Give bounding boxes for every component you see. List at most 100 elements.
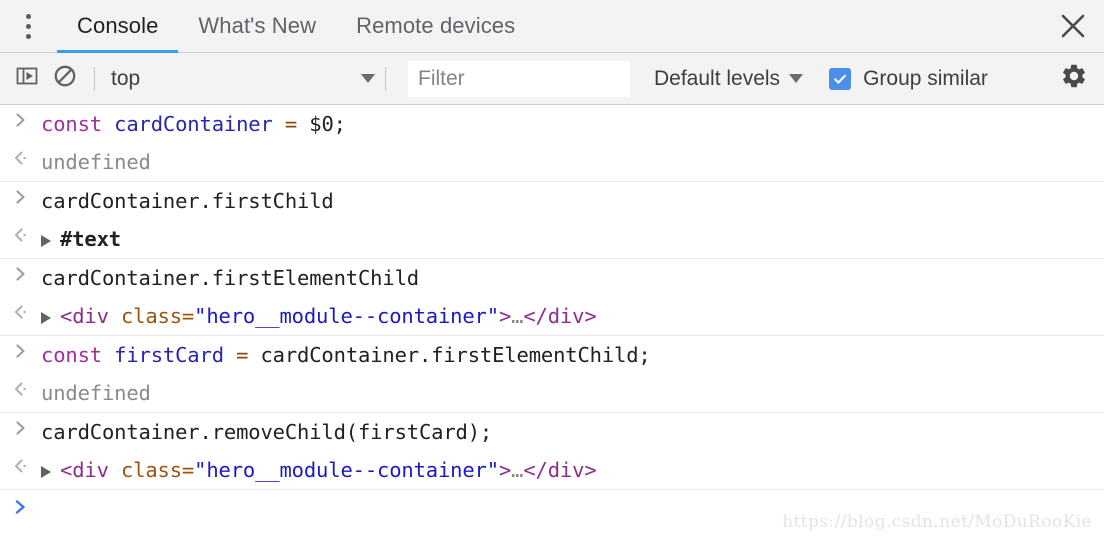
toolbar-divider-1 [94, 66, 95, 91]
console-output-text: <div class="hero__module--container">…</… [41, 301, 1104, 331]
execution-context-selector[interactable]: top [105, 67, 375, 91]
output-chevron-icon [0, 224, 41, 244]
console-sidebar-icon [14, 63, 40, 94]
group-similar-toggle[interactable]: Group similar [829, 67, 988, 91]
tab-label: What's New [198, 13, 317, 38]
console-message-list[interactable]: const cardContainer = $0; undefined cardCo… [0, 105, 1104, 540]
toggle-console-sidebar-button[interactable] [8, 60, 46, 98]
console-input-line[interactable]: const firstCard = cardContainer.firstEle… [0, 336, 1104, 374]
console-output-line[interactable]: <div class="hero__module--container">…</… [0, 297, 1104, 335]
main-menu-button[interactable] [0, 0, 57, 52]
tab-list: Console What's New Remote devices [57, 0, 535, 53]
tabstrip-spacer [535, 0, 1042, 52]
expand-triangle-icon[interactable] [41, 466, 51, 478]
code-token: = [284, 112, 298, 136]
filter-input[interactable] [408, 60, 630, 97]
clear-console-icon [52, 63, 78, 94]
code-token: </div> [523, 458, 597, 482]
output-chevron-icon [0, 378, 41, 398]
console-input-text: const cardContainer = $0; [41, 109, 1104, 139]
console-toolbar: top Default levels Group similar [0, 53, 1104, 105]
code-token: … [511, 458, 524, 482]
output-chevron-icon [0, 455, 41, 475]
input-chevron-icon [0, 340, 41, 360]
code-token: = [236, 343, 249, 367]
code-token: #text [60, 227, 121, 251]
code-token: > [498, 458, 512, 482]
console-output-line[interactable]: #text [0, 220, 1104, 258]
tab-what-s-new[interactable]: What's New [178, 0, 336, 52]
console-input-text: cardContainer.removeChild(firstCard); [41, 417, 1104, 447]
console-input-text: cardContainer.firstChild [41, 186, 1104, 216]
console-output-line[interactable]: undefined [0, 143, 1104, 181]
expand-triangle-icon[interactable] [41, 312, 51, 324]
console-input-line[interactable]: cardContainer.firstElementChild [0, 259, 1104, 297]
console-output-line[interactable]: undefined [0, 374, 1104, 412]
expand-triangle-icon[interactable] [41, 235, 51, 247]
toolbar-divider-2 [385, 66, 386, 91]
console-output-text: <div class="hero__module--container">…</… [41, 455, 1104, 485]
console-group: const cardContainer = $0; undefined [0, 105, 1104, 182]
clear-console-button[interactable] [46, 60, 84, 98]
close-icon [1058, 11, 1088, 41]
console-output-line[interactable]: <div class="hero__module--container">…</… [0, 451, 1104, 489]
log-levels-label: Default levels [654, 66, 781, 90]
code-token: cardContainer.firstElementChild [41, 266, 419, 290]
chevron-down-icon [789, 74, 804, 83]
code-token: undefined [41, 381, 151, 405]
console-input-line[interactable]: cardContainer.firstChild [0, 182, 1104, 220]
code-token: "hero__module--container" [194, 458, 499, 482]
group-similar-label: Group similar [863, 66, 988, 90]
code-token: class= [108, 458, 195, 482]
devtools-tabstrip: Console What's New Remote devices [0, 0, 1104, 53]
tab-label: Remote devices [356, 13, 516, 38]
settings-button[interactable] [1054, 59, 1094, 99]
output-chevron-icon [0, 147, 41, 167]
console-input-line[interactable]: const cardContainer = $0; [0, 105, 1104, 143]
code-token: class= [108, 304, 195, 328]
code-token: "hero__module--container" [194, 304, 499, 328]
console-group: cardContainer.firstChild #text [0, 182, 1104, 259]
code-token: > [498, 304, 512, 328]
console-output-text: undefined [41, 378, 1104, 408]
console-group: cardContainer.removeChild(firstCard); <di… [0, 413, 1104, 490]
prompt-chevron-icon [0, 496, 41, 516]
console-group: const firstCard = cardContainer.firstEle… [0, 336, 1104, 413]
code-token: $0; [297, 112, 346, 136]
input-chevron-icon [0, 186, 41, 206]
console-output-text: undefined [41, 147, 1104, 177]
tab-console[interactable]: Console [57, 0, 179, 53]
code-token: <div [60, 458, 109, 482]
code-token: const [41, 112, 115, 136]
console-group: cardContainer.firstElementChild <div clas… [0, 259, 1104, 336]
three-dots-vertical-icon [26, 11, 31, 41]
output-chevron-icon [0, 301, 41, 321]
devtools-panel: Console What's New Remote devices top Fi… [0, 0, 1104, 540]
watermark-text: https://blog.csdn.net/MoDuRooKie [782, 512, 1092, 532]
chevron-down-icon [361, 74, 375, 83]
group-similar-checkbox[interactable] [829, 67, 852, 90]
close-devtools-button[interactable] [1042, 0, 1104, 52]
code-token: <div [60, 304, 109, 328]
input-chevron-icon [0, 417, 41, 437]
code-token: undefined [41, 150, 151, 174]
code-token: cardContainer [114, 112, 285, 136]
console-input-line[interactable]: cardContainer.removeChild(firstCard); [0, 413, 1104, 451]
input-chevron-icon [0, 109, 41, 129]
log-levels-selector[interactable]: Default levels [654, 66, 804, 91]
console-input-text: cardContainer.firstElementChild [41, 263, 1104, 293]
console-output-text: #text [41, 224, 1104, 254]
code-token: cardContainer.firstChild [41, 189, 334, 213]
execution-context-value: top [111, 66, 141, 90]
tab-label: Console [77, 13, 159, 38]
code-token: firstCard [114, 343, 237, 367]
console-input-text: const firstCard = cardContainer.firstEle… [41, 340, 1104, 370]
tab-remote-devices[interactable]: Remote devices [336, 0, 535, 52]
input-chevron-icon [0, 263, 41, 283]
code-token: cardContainer.firstElementChild; [248, 343, 651, 367]
code-token: const [41, 343, 115, 367]
gear-icon [1060, 62, 1088, 95]
code-token: cardContainer.removeChild(firstCard); [41, 420, 493, 444]
code-token: … [511, 304, 524, 328]
code-token: </div> [523, 304, 597, 328]
